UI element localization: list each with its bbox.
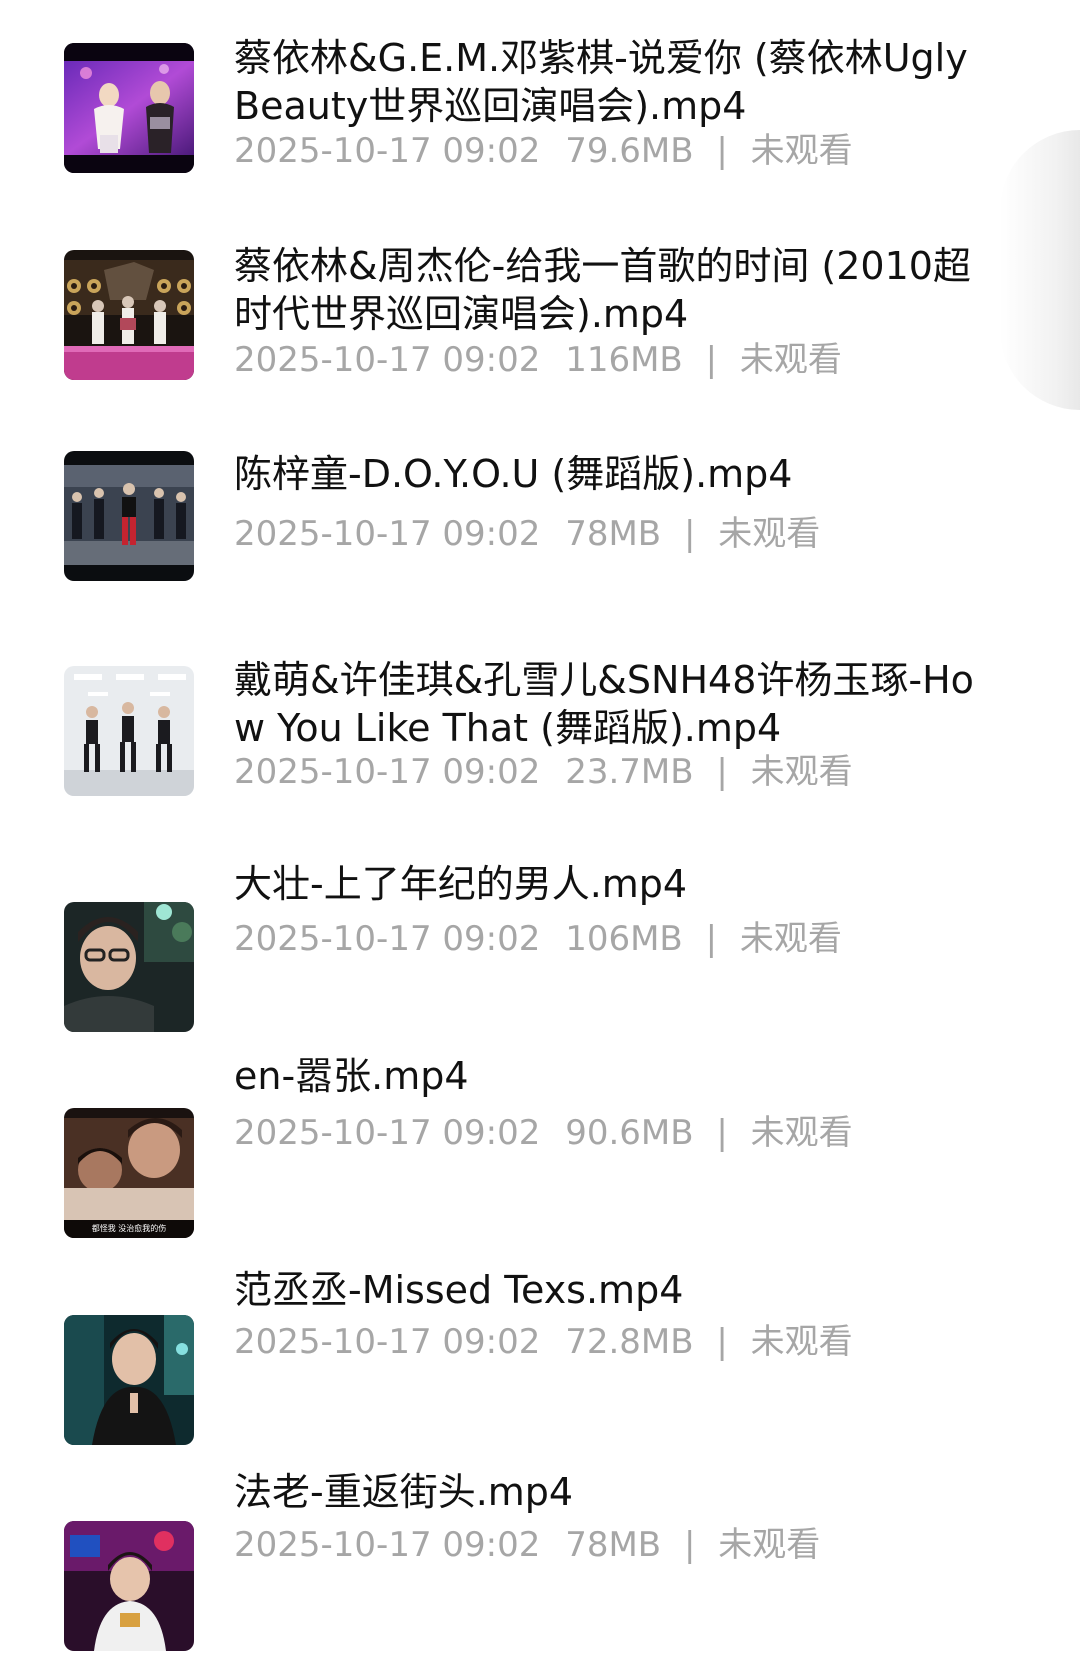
video-list-item[interactable]: 都怪我 没治愈我的伤 en-嚣张.mp4 2025-10-17 09:02 90… bbox=[0, 1054, 1080, 1260]
video-size: 23.7MB bbox=[565, 752, 694, 792]
dance-studio-thumbnail-icon bbox=[64, 666, 194, 796]
meta-separator: | bbox=[683, 1525, 696, 1565]
portrait-thumbnail-icon bbox=[64, 1315, 194, 1445]
video-size: 90.6MB bbox=[565, 1113, 694, 1153]
video-list-item[interactable]: 戴萌&许佳琪&孔雪儿&SNH48许杨玉琢-How You Like That (… bbox=[0, 640, 1080, 840]
meta-separator: | bbox=[705, 919, 718, 959]
video-list-item[interactable]: 蔡依林&G.E.M.邓紫棋-说爱你 (蔡依林Ugly Beauty世界巡回演唱会… bbox=[0, 0, 1080, 200]
watch-status: 未观看 bbox=[718, 1525, 821, 1565]
meta-separator: | bbox=[716, 752, 728, 792]
watch-status: 未观看 bbox=[750, 1113, 853, 1153]
video-title: 陈梓童-D.O.Y.O.U (舞蹈版).mp4 bbox=[234, 452, 793, 496]
video-date: 2025-10-17 09:02 bbox=[234, 752, 541, 792]
video-title: 法老-重返街头.mp4 bbox=[234, 1470, 574, 1514]
video-meta: 2025-10-17 09:02 79.6MB | 未观看 bbox=[234, 131, 974, 171]
video-size: 106MB bbox=[565, 919, 683, 959]
meta-separator: | bbox=[716, 1113, 728, 1153]
movie-scene-thumbnail-icon: 都怪我 没治愈我的伤 bbox=[64, 1108, 194, 1238]
thumb-caption: 都怪我 没治愈我的伤 bbox=[92, 1223, 167, 1233]
portrait-thumbnail-icon bbox=[64, 902, 194, 1032]
video-size: 78MB bbox=[565, 1525, 662, 1565]
video-date: 2025-10-17 09:02 bbox=[234, 514, 541, 554]
video-title: 蔡依林&G.E.M.邓紫棋-说爱你 (蔡依林Ugly Beauty世界巡回演唱会… bbox=[234, 36, 968, 128]
meta-separator: | bbox=[705, 340, 718, 380]
music-video-thumbnail-icon bbox=[64, 1521, 194, 1651]
video-meta: 2025-10-17 09:02 90.6MB | 未观看 bbox=[234, 1113, 974, 1153]
video-date: 2025-10-17 09:02 bbox=[234, 1113, 541, 1153]
video-list: 蔡依林&G.E.M.邓紫棋-说爱你 (蔡依林Ugly Beauty世界巡回演唱会… bbox=[0, 0, 1080, 1661]
video-date: 2025-10-17 09:02 bbox=[234, 1322, 541, 1362]
video-date: 2025-10-17 09:02 bbox=[234, 1525, 541, 1565]
video-title: 戴萌&许佳琪&孔雪儿&SNH48许杨玉琢-How You Like That (… bbox=[234, 658, 974, 750]
dance-performance-thumbnail-icon bbox=[64, 451, 194, 581]
video-list-item[interactable]: 陈梓童-D.O.Y.O.U (舞蹈版).mp4 2025-10-17 09:02… bbox=[0, 430, 1080, 630]
video-list-item[interactable]: 法老-重返街头.mp4 2025-10-17 09:02 78MB | 未观看 bbox=[0, 1470, 1080, 1676]
video-meta: 2025-10-17 09:02 116MB | 未观看 bbox=[234, 340, 974, 380]
watch-status: 未观看 bbox=[750, 752, 853, 792]
video-title: 范丞丞-Missed Texs.mp4 bbox=[234, 1268, 684, 1312]
video-size: 78MB bbox=[565, 514, 662, 554]
video-title: en-嚣张.mp4 bbox=[234, 1054, 469, 1098]
meta-separator: | bbox=[716, 131, 728, 171]
video-list-item[interactable]: 大壮-上了年纪的男人.mp4 2025-10-17 09:02 106MB | … bbox=[0, 860, 1080, 1060]
video-list-item[interactable]: 蔡依林&周杰伦-给我一首歌的时间 (2010超时代世界巡回演唱会).mp4 20… bbox=[0, 206, 1080, 406]
concert-stage-thumbnail-icon bbox=[64, 250, 194, 380]
watch-status: 未观看 bbox=[750, 131, 853, 171]
video-size: 79.6MB bbox=[565, 131, 694, 171]
watch-status: 未观看 bbox=[718, 514, 821, 554]
watch-status: 未观看 bbox=[750, 1322, 853, 1362]
video-title: 蔡依林&周杰伦-给我一首歌的时间 (2010超时代世界巡回演唱会).mp4 bbox=[234, 244, 971, 336]
video-list-item[interactable]: 范丞丞-Missed Texs.mp4 2025-10-17 09:02 72.… bbox=[0, 1268, 1080, 1470]
watch-status: 未观看 bbox=[739, 919, 842, 959]
meta-separator: | bbox=[716, 1322, 728, 1362]
video-meta: 2025-10-17 09:02 78MB | 未观看 bbox=[234, 1525, 974, 1565]
video-meta: 2025-10-17 09:02 106MB | 未观看 bbox=[234, 919, 974, 959]
concert-stage-thumbnail-icon bbox=[64, 43, 194, 173]
meta-separator: | bbox=[683, 514, 696, 554]
video-meta: 2025-10-17 09:02 23.7MB | 未观看 bbox=[234, 752, 974, 792]
video-title: 大壮-上了年纪的男人.mp4 bbox=[234, 862, 688, 906]
video-meta: 2025-10-17 09:02 78MB | 未观看 bbox=[234, 514, 974, 554]
video-date: 2025-10-17 09:02 bbox=[234, 919, 541, 959]
video-size: 72.8MB bbox=[565, 1322, 694, 1362]
video-date: 2025-10-17 09:02 bbox=[234, 131, 541, 171]
video-size: 116MB bbox=[565, 340, 683, 380]
watch-status: 未观看 bbox=[739, 340, 842, 380]
video-date: 2025-10-17 09:02 bbox=[234, 340, 541, 380]
video-meta: 2025-10-17 09:02 72.8MB | 未观看 bbox=[234, 1322, 974, 1362]
